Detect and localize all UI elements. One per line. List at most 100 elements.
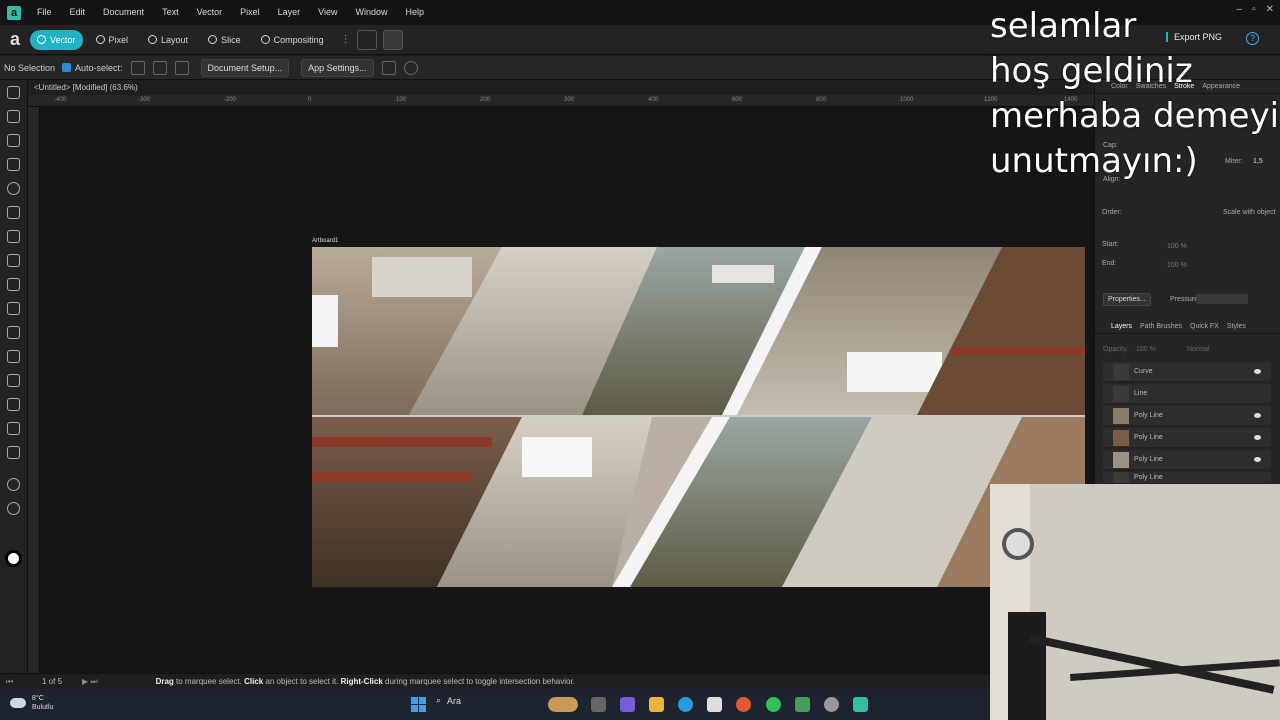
text-tool-icon[interactable] <box>7 350 20 363</box>
tab-path-brushes[interactable]: Path Brushes <box>1140 323 1182 330</box>
tab-styles[interactable]: Styles <box>1227 323 1246 330</box>
layer-row[interactable]: Poly Line <box>1103 428 1271 448</box>
ruler-tick: 400 <box>648 97 659 103</box>
weather-widget[interactable]: 8°C Bulutlu <box>10 694 53 712</box>
fill-tool-icon[interactable] <box>7 278 20 291</box>
tab-quick-fx[interactable]: Quick FX <box>1190 323 1219 330</box>
layer-thumbnail <box>1113 451 1129 468</box>
tile-stripe <box>312 437 492 447</box>
order-label: Order: <box>1102 209 1122 216</box>
hand-tool-icon[interactable] <box>7 478 20 491</box>
zoom-tool-icon[interactable] <box>7 502 20 515</box>
point-transform-icon[interactable] <box>7 182 20 195</box>
move-tool-icon[interactable] <box>7 86 20 99</box>
layer-row[interactable]: Poly Line <box>1103 472 1271 484</box>
pressure-graph[interactable] <box>1196 294 1248 304</box>
layer-row[interactable]: Poly Line <box>1103 450 1271 470</box>
menu-view[interactable]: View <box>309 0 346 25</box>
opacity-value[interactable]: 100 % <box>1136 346 1156 353</box>
select-mode-icon[interactable] <box>130 60 145 75</box>
next-page-icon[interactable]: ▶ ⏭ <box>82 677 98 687</box>
edge-icon[interactable] <box>678 697 693 712</box>
eyedropper-tool-icon[interactable] <box>7 422 20 435</box>
layer-row[interactable]: Poly Line <box>1103 406 1271 426</box>
menu-window[interactable]: Window <box>346 0 396 25</box>
node-tool-icon[interactable] <box>7 134 20 147</box>
affinity-designer-icon[interactable] <box>853 697 868 712</box>
start-percent[interactable]: 100 % <box>1167 243 1187 250</box>
end-percent[interactable]: 100 % <box>1167 262 1187 269</box>
visibility-eye-icon[interactable] <box>1254 435 1261 440</box>
app-logo[interactable]: a <box>0 0 28 25</box>
hint-text: during marquee select to toggle intersec… <box>382 677 575 686</box>
menu-help[interactable]: Help <box>397 0 434 25</box>
artboard[interactable] <box>312 247 1085 587</box>
pen-tool-icon[interactable] <box>7 206 20 219</box>
shape-tool-icon[interactable] <box>7 326 20 339</box>
document-setup-button[interactable]: Document Setup... <box>200 58 290 77</box>
settings-icon[interactable] <box>824 697 839 712</box>
crop-tool-icon[interactable] <box>7 398 20 411</box>
start-label: Start: <box>1102 241 1119 248</box>
layer-name: Poly Line <box>1134 434 1163 441</box>
document-tab[interactable]: <Untitled> [Modified] (63.6%) <box>28 80 1094 95</box>
store-icon[interactable] <box>707 697 722 712</box>
menu-file[interactable]: File <box>28 0 61 25</box>
menu-vector[interactable]: Vector <box>188 0 232 25</box>
tab-layers[interactable]: Layers <box>1111 323 1132 330</box>
color-well[interactable] <box>5 550 22 567</box>
search-highlight-icon[interactable] <box>548 697 578 712</box>
properties-button[interactable]: Properties... <box>1103 293 1151 306</box>
layer-row[interactable]: Curve <box>1103 362 1271 382</box>
overlay-greeting: selamlar hoş geldiniz merhaba demeyi unu… <box>990 4 1280 184</box>
transform-mode-icon[interactable] <box>152 60 167 75</box>
layers-panel-tabs: Layers Path Brushes Quick FX Styles <box>1095 320 1280 334</box>
autoselect-checkbox[interactable]: Auto-select: <box>62 63 123 73</box>
more-options-icon[interactable]: ⋮ <box>341 34 351 45</box>
artboard-tool-icon[interactable] <box>7 110 20 123</box>
whatsapp-icon[interactable] <box>766 697 781 712</box>
menu-text[interactable]: Text <box>153 0 188 25</box>
persona-vector[interactable]: Vector <box>30 29 83 50</box>
persona-layout[interactable]: Layout <box>141 30 195 50</box>
image-tool-icon[interactable] <box>7 374 20 387</box>
menu-pixel[interactable]: Pixel <box>231 0 269 25</box>
grid-settings-icon[interactable] <box>381 60 396 75</box>
compositing-persona-icon <box>260 35 270 44</box>
status-hint: Drag to marquee select. Click an object … <box>156 677 575 686</box>
persona-pixel[interactable]: Pixel <box>89 30 136 50</box>
visibility-eye-icon[interactable] <box>1254 369 1261 374</box>
menu-edit[interactable]: Edit <box>61 0 95 25</box>
vector-brush-icon[interactable] <box>7 254 20 267</box>
rectangle-tool-icon[interactable] <box>7 302 20 315</box>
selection-status: No Selection <box>4 62 56 73</box>
corner-tool-icon[interactable] <box>7 158 20 171</box>
layer-row[interactable]: Line <box>1103 384 1271 404</box>
scale-with-object-checkbox[interactable]: Scale with object <box>1223 209 1276 216</box>
menu-document[interactable]: Document <box>94 0 153 25</box>
tile-stripe <box>952 347 1085 355</box>
taskbar-search[interactable]: ⌕ Ara <box>436 695 461 706</box>
blend-mode-select[interactable]: Normal <box>1187 346 1210 353</box>
file-explorer-icon[interactable] <box>649 697 664 712</box>
persona-compositing[interactable]: Compositing <box>254 30 331 50</box>
first-page-icon[interactable]: ⏮ <box>6 677 13 687</box>
pencil-tool-icon[interactable] <box>7 230 20 243</box>
transparency-tool-icon[interactable] <box>7 446 20 459</box>
task-view-icon[interactable] <box>591 697 606 712</box>
snapping-icon[interactable] <box>356 29 377 50</box>
autoselect-label: Auto-select: <box>75 62 123 73</box>
gear-icon[interactable] <box>403 60 418 75</box>
grid-icon[interactable] <box>382 29 403 50</box>
visibility-eye-icon[interactable] <box>1254 413 1261 418</box>
page-indicator: 1 of 5 <box>42 677 63 686</box>
visibility-eye-icon[interactable] <box>1254 457 1261 462</box>
app-icon[interactable] <box>795 697 810 712</box>
copilot-icon[interactable] <box>620 697 635 712</box>
persona-slice[interactable]: Slice <box>201 30 248 50</box>
menu-layer[interactable]: Layer <box>269 0 310 25</box>
firefox-icon[interactable] <box>736 697 751 712</box>
start-button[interactable] <box>411 697 426 712</box>
copy-icon[interactable] <box>174 60 189 75</box>
app-settings-button[interactable]: App Settings... <box>301 58 374 77</box>
